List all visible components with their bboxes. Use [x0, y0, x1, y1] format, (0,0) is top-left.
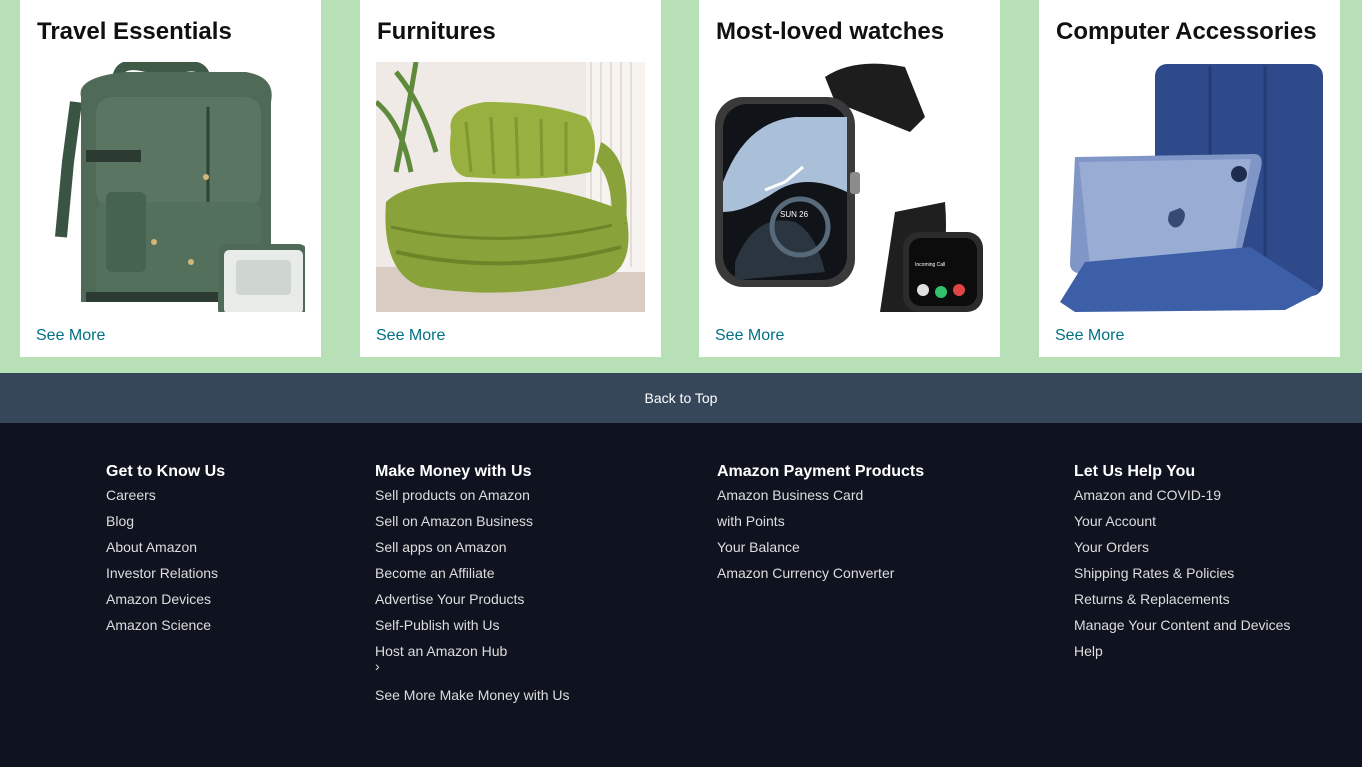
footer-link[interactable]: with Points	[717, 513, 924, 529]
product-cards-section: Travel Essentials See More Furnitures Se…	[0, 0, 1362, 373]
footer-link[interactable]: About Amazon	[106, 539, 225, 555]
card-title: Furnitures	[377, 18, 496, 45]
footer-link[interactable]: Become an Affiliate	[375, 565, 570, 581]
back-to-top-button[interactable]: Back to Top	[0, 373, 1362, 423]
tablet-case-image[interactable]	[1055, 62, 1324, 312]
footer-link[interactable]: Advertise Your Products	[375, 591, 570, 607]
watch-date-text: SUN 26	[780, 210, 809, 219]
see-more-link[interactable]: See More	[1055, 327, 1124, 345]
footer-column-heading: Get to Know Us	[106, 463, 226, 480]
footer-link[interactable]: Shipping Rates & Policies	[1074, 565, 1290, 581]
footer-link[interactable]: Careers	[106, 487, 225, 503]
small-watch-label: Incoming Call	[915, 262, 945, 268]
see-more-make-money-link[interactable]: See More Make Money with Us	[375, 687, 570, 703]
backpack-image[interactable]	[36, 62, 305, 312]
footer-link[interactable]: Blog	[106, 513, 225, 529]
footer-column-heading: Let Us Help You	[1074, 463, 1196, 480]
footer-link[interactable]: Your Balance	[717, 539, 924, 555]
chevron-right-icon: ›	[375, 658, 380, 674]
footer-column-heading: Make Money with Us	[375, 463, 532, 480]
footer-link[interactable]: Your Orders	[1074, 539, 1290, 555]
footer-link[interactable]: Sell apps on Amazon	[375, 539, 570, 555]
see-more-link[interactable]: See More	[36, 327, 105, 345]
smartwatch-image[interactable]: SUN 26 Incoming Call	[715, 62, 984, 312]
footer-link[interactable]: Sell on Amazon Business	[375, 513, 570, 529]
footer-link[interactable]: Sell products on Amazon	[375, 487, 570, 503]
card-title: Travel Essentials	[37, 18, 232, 45]
floor-chair-image[interactable]	[376, 62, 645, 312]
footer-link[interactable]: Amazon Devices	[106, 591, 225, 607]
card-most-loved-watches: Most-loved watches SUN 26 Incoming Call	[699, 0, 1000, 357]
footer-column-make-money: Make Money with Us Sell products on Amaz…	[375, 463, 570, 713]
footer-link[interactable]: Amazon Currency Converter	[717, 565, 924, 581]
footer-link[interactable]: Self-Publish with Us	[375, 617, 570, 633]
footer-link[interactable]: Amazon Business Card	[717, 487, 924, 503]
see-more-link[interactable]: See More	[376, 327, 445, 345]
footer-link[interactable]: Your Account	[1074, 513, 1290, 529]
footer-link[interactable]: Host an Amazon Hub	[375, 643, 570, 659]
footer-column-help: Let Us Help You Amazon and COVID-19 Your…	[1074, 463, 1290, 669]
footer-link[interactable]: Amazon Science	[106, 617, 225, 633]
footer-link[interactable]: Help	[1074, 643, 1290, 659]
footer: Get to Know Us Careers Blog About Amazon…	[0, 423, 1362, 767]
card-furnitures: Furnitures See More	[360, 0, 661, 357]
footer-link[interactable]: Returns & Replacements	[1074, 591, 1290, 607]
see-more-link[interactable]: See More	[715, 327, 784, 345]
card-computer-accessories: Computer Accessories See More	[1039, 0, 1340, 357]
card-title: Computer Accessories	[1056, 18, 1317, 45]
footer-link[interactable]: Manage Your Content and Devices	[1074, 617, 1290, 633]
footer-column-get-to-know-us: Get to Know Us Careers Blog About Amazon…	[106, 463, 225, 643]
footer-column-heading: Amazon Payment Products	[717, 463, 925, 480]
footer-column-payment-products: Amazon Payment Products Amazon Business …	[717, 463, 924, 591]
card-title: Most-loved watches	[716, 18, 945, 45]
card-travel-essentials: Travel Essentials See More	[20, 0, 321, 357]
footer-link[interactable]: Amazon and COVID-19	[1074, 487, 1290, 503]
footer-link[interactable]: Investor Relations	[106, 565, 225, 581]
